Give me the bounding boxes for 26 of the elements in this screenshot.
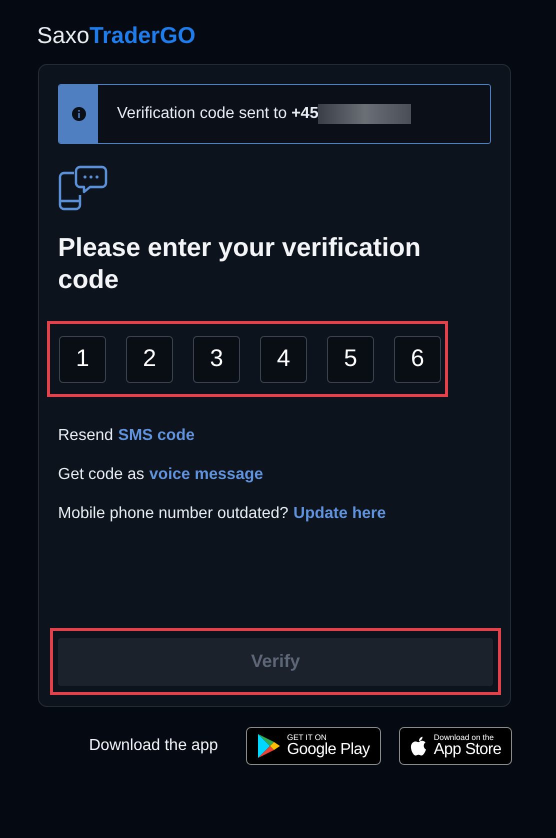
badge-store-name: App Store: [434, 742, 502, 758]
option-text: Resend: [58, 426, 114, 446]
option-text: Mobile phone number outdated?: [58, 504, 288, 524]
phone-chat-icon: [58, 165, 108, 211]
download-label: Download the app: [89, 736, 218, 756]
badge-store-name: Google Play: [286, 742, 370, 758]
badge-caption: Download on the: [434, 734, 495, 742]
banner-message: Verification code sent to +45: [117, 104, 318, 124]
badge-caption: GET IT ON: [286, 734, 328, 742]
info-icon: [72, 107, 86, 121]
logo: SaxoTraderGO: [37, 21, 197, 50]
apple-icon: [410, 736, 428, 756]
google-play-badge[interactable]: GET IT ON Google Play: [246, 727, 381, 765]
code-digit-field[interactable]: 3: [193, 336, 240, 382]
code-digit-field[interactable]: 1: [59, 336, 106, 382]
option-link[interactable]: SMS code: [118, 425, 195, 446]
option-text: Get code as: [58, 465, 144, 485]
code-digit-field[interactable]: 6: [394, 336, 441, 382]
option-link[interactable]: Update here: [293, 503, 386, 524]
option-link[interactable]: voice message: [149, 464, 264, 485]
page-heading: Please enter your verification code: [58, 231, 422, 295]
code-digit-field[interactable]: 4: [260, 336, 307, 382]
play-triangle-icon: [256, 733, 281, 759]
code-digit-field[interactable]: 5: [327, 336, 374, 382]
code-digit-field[interactable]: 2: [126, 336, 173, 382]
app-store-badge[interactable]: Download on the App Store: [398, 727, 512, 765]
